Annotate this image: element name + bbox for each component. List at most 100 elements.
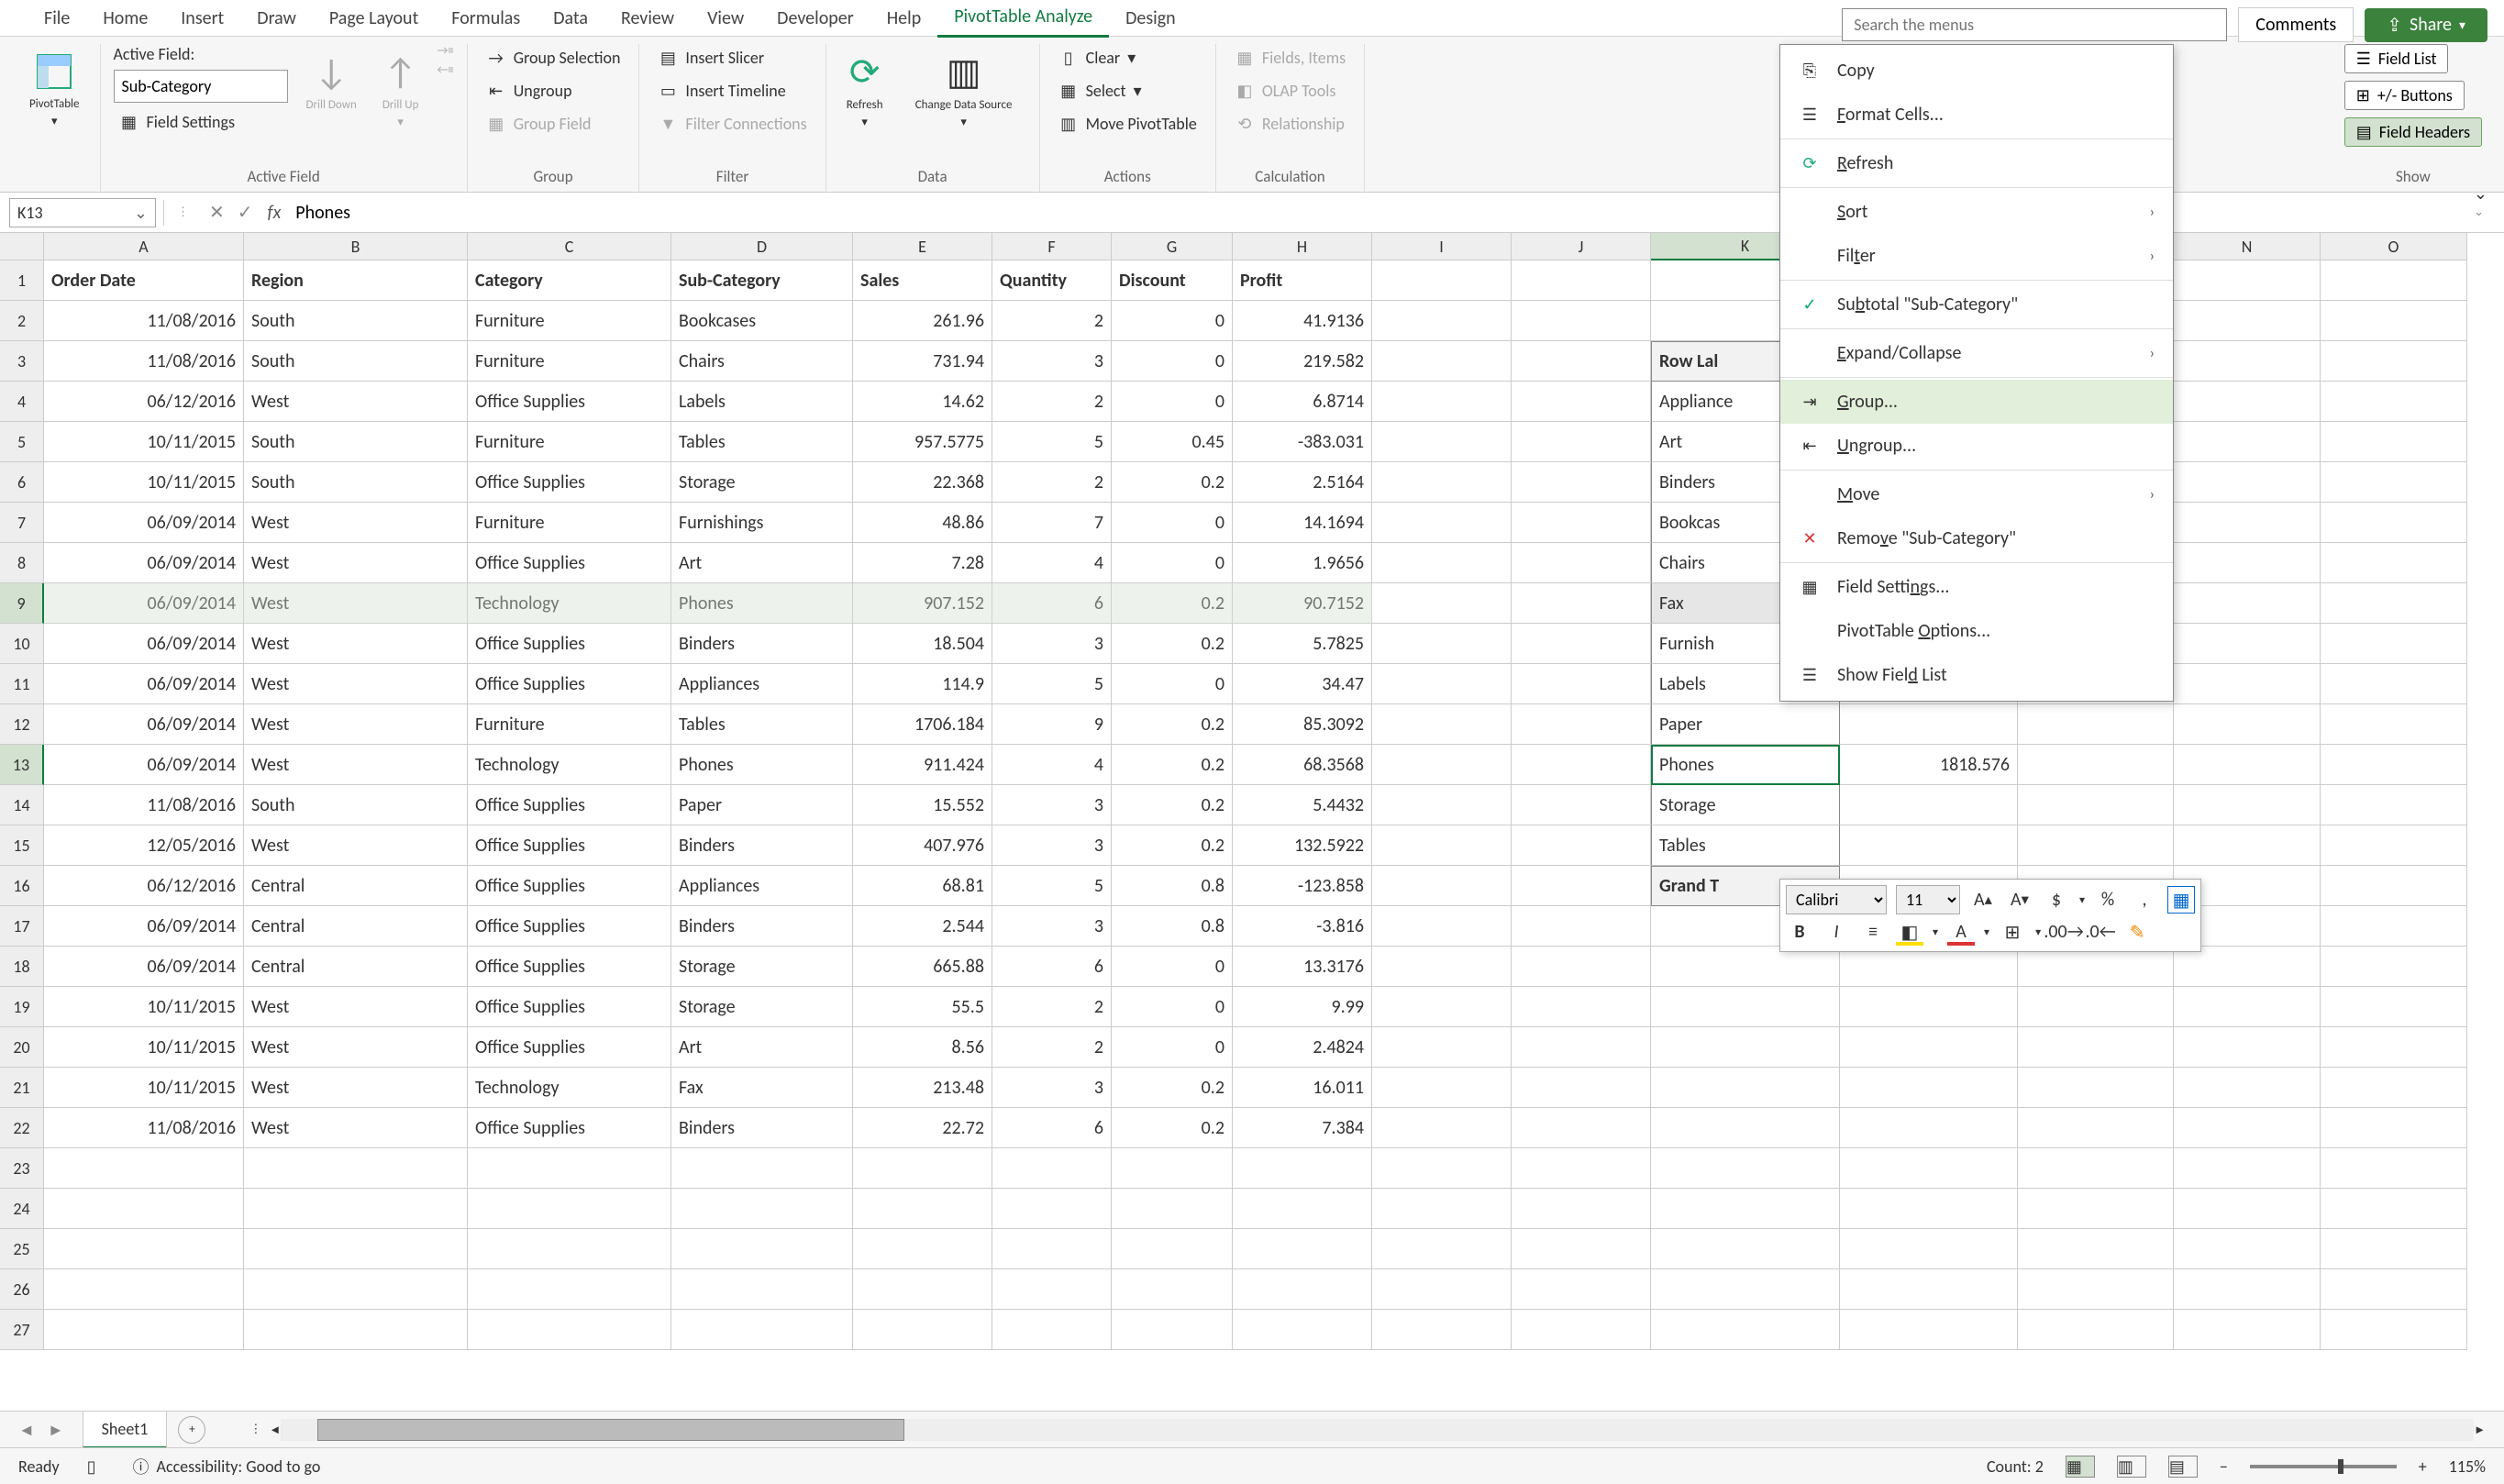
cell[interactable] bbox=[2321, 503, 2467, 543]
field-list-button[interactable]: ☰Field List bbox=[2344, 44, 2449, 73]
cell[interactable]: Storage bbox=[1651, 785, 1840, 825]
cell[interactable] bbox=[1512, 583, 1651, 624]
fx-icon[interactable]: fx bbox=[268, 202, 296, 224]
cell[interactable]: Central bbox=[244, 906, 468, 947]
tab-design[interactable]: Design bbox=[1109, 0, 1192, 37]
zoom-level[interactable]: 115% bbox=[2449, 1456, 2486, 1477]
cell[interactable]: Central bbox=[244, 866, 468, 906]
row-header-1[interactable]: 1 bbox=[0, 260, 44, 301]
cell[interactable] bbox=[2174, 503, 2321, 543]
cell[interactable]: 15.552 bbox=[853, 785, 992, 825]
cell[interactable] bbox=[671, 1189, 853, 1229]
cell[interactable] bbox=[1840, 1189, 2018, 1229]
cell[interactable]: 2.5164 bbox=[1233, 462, 1372, 503]
cell[interactable] bbox=[2174, 260, 2321, 301]
cell[interactable] bbox=[1372, 785, 1512, 825]
currency-icon[interactable]: $ bbox=[2043, 886, 2070, 914]
cell[interactable] bbox=[2174, 825, 2321, 866]
cell[interactable] bbox=[2321, 624, 2467, 664]
row-header-27[interactable]: 27 bbox=[0, 1310, 44, 1350]
cell[interactable] bbox=[2174, 1310, 2321, 1350]
cell[interactable]: Order Date bbox=[44, 260, 244, 301]
cell[interactable] bbox=[2174, 462, 2321, 503]
cell[interactable]: 6.8714 bbox=[1233, 382, 1372, 422]
cell[interactable] bbox=[2174, 382, 2321, 422]
cell[interactable]: 0.45 bbox=[1112, 422, 1233, 462]
cell[interactable]: 6 bbox=[992, 583, 1112, 624]
ctx-subtotal[interactable]: ✓Subtotal "Sub-Category" bbox=[1780, 282, 2173, 327]
cell[interactable] bbox=[2321, 382, 2467, 422]
cell[interactable] bbox=[2321, 1189, 2467, 1229]
cell[interactable] bbox=[1372, 1027, 1512, 1068]
cell[interactable]: 7.28 bbox=[853, 543, 992, 583]
cell[interactable]: Furniture bbox=[468, 422, 671, 462]
cell[interactable] bbox=[2321, 583, 2467, 624]
cell[interactable]: Office Supplies bbox=[468, 825, 671, 866]
cell[interactable] bbox=[244, 1269, 468, 1310]
row-header-3[interactable]: 3 bbox=[0, 341, 44, 382]
cell[interactable] bbox=[468, 1148, 671, 1189]
cell[interactable] bbox=[1512, 1229, 1651, 1269]
cell[interactable]: 4 bbox=[992, 745, 1112, 785]
cell[interactable] bbox=[1651, 1148, 1840, 1189]
chevron-down-icon[interactable]: ▾ bbox=[1984, 925, 1989, 939]
sheet-prev-icon[interactable]: ◄ bbox=[18, 1420, 35, 1440]
tab-insert[interactable]: Insert bbox=[164, 0, 240, 37]
cell[interactable] bbox=[2174, 947, 2321, 987]
cell[interactable] bbox=[468, 1269, 671, 1310]
page-layout-view-icon[interactable]: ▥ bbox=[2117, 1456, 2146, 1478]
cell[interactable] bbox=[1112, 1269, 1233, 1310]
cell[interactable] bbox=[1512, 1189, 1651, 1229]
cell[interactable]: Tables bbox=[1651, 825, 1840, 866]
cell[interactable]: Office Supplies bbox=[468, 664, 671, 704]
field-settings-button[interactable]: ▦ Field Settings bbox=[114, 108, 241, 136]
cell[interactable]: 11/08/2016 bbox=[44, 785, 244, 825]
cell[interactable]: 3 bbox=[992, 624, 1112, 664]
row-header-22[interactable]: 22 bbox=[0, 1108, 44, 1148]
cell[interactable]: Category bbox=[468, 260, 671, 301]
cell[interactable]: 6 bbox=[992, 947, 1112, 987]
tab-formulas[interactable]: Formulas bbox=[435, 0, 537, 37]
cell[interactable] bbox=[1512, 462, 1651, 503]
cell[interactable] bbox=[1372, 1189, 1512, 1229]
comments-button[interactable]: Comments bbox=[2238, 7, 2354, 42]
cell[interactable] bbox=[1512, 422, 1651, 462]
cell[interactable] bbox=[2174, 785, 2321, 825]
cell[interactable] bbox=[2321, 462, 2467, 503]
cell[interactable]: 0 bbox=[1112, 987, 1233, 1027]
cell[interactable] bbox=[1840, 1027, 2018, 1068]
cell[interactable]: 1818.576 bbox=[1840, 745, 2018, 785]
cell[interactable] bbox=[1840, 704, 2018, 745]
tab-file[interactable]: File bbox=[28, 0, 86, 37]
cell[interactable] bbox=[1372, 422, 1512, 462]
cell[interactable]: 06/09/2014 bbox=[44, 543, 244, 583]
cell[interactable] bbox=[1372, 1148, 1512, 1189]
cell[interactable]: 9 bbox=[992, 704, 1112, 745]
cell[interactable] bbox=[44, 1269, 244, 1310]
font-select[interactable]: Calibri bbox=[1786, 885, 1887, 914]
options-icon[interactable]: ⋮ bbox=[172, 205, 194, 219]
cell[interactable] bbox=[2174, 1189, 2321, 1229]
cell[interactable] bbox=[992, 1269, 1112, 1310]
cell[interactable]: 5.7825 bbox=[1233, 624, 1372, 664]
cell[interactable] bbox=[1512, 1269, 1651, 1310]
cell[interactable]: 11/08/2016 bbox=[44, 301, 244, 341]
col-header-D[interactable]: D bbox=[671, 233, 853, 260]
cell[interactable]: 6 bbox=[992, 1108, 1112, 1148]
col-header-O[interactable]: O bbox=[2321, 233, 2467, 260]
cell[interactable]: 10/11/2015 bbox=[44, 462, 244, 503]
chevron-down-icon[interactable]: ▾ bbox=[1933, 925, 1938, 939]
cell[interactable] bbox=[2174, 987, 2321, 1027]
cell[interactable]: 3 bbox=[992, 825, 1112, 866]
cell[interactable] bbox=[2321, 906, 2467, 947]
row-header-15[interactable]: 15 bbox=[0, 825, 44, 866]
cell[interactable] bbox=[2321, 987, 2467, 1027]
cell[interactable] bbox=[2174, 341, 2321, 382]
cell[interactable]: Binders bbox=[671, 1108, 853, 1148]
cell[interactable]: Storage bbox=[671, 462, 853, 503]
cell[interactable]: West bbox=[244, 664, 468, 704]
clear-button[interactable]: ▯Clear ▾ bbox=[1053, 44, 1142, 72]
cell[interactable] bbox=[671, 1310, 853, 1350]
cell[interactable]: 06/09/2014 bbox=[44, 503, 244, 543]
cell[interactable] bbox=[468, 1189, 671, 1229]
